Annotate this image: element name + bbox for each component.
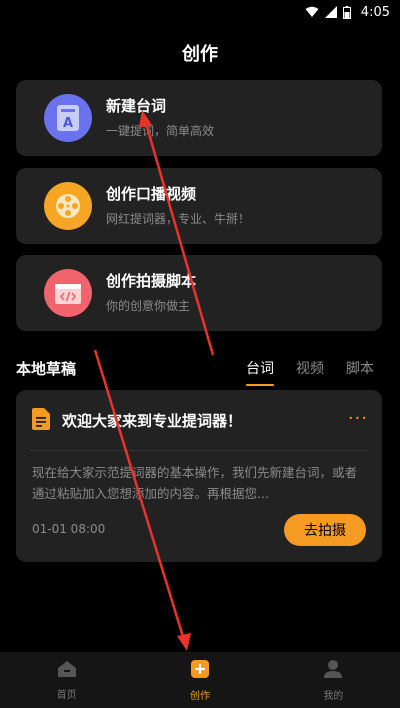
- card-title: 创作口播视频: [106, 185, 197, 203]
- nav-label: 创作: [189, 690, 210, 702]
- draft-title: 欢迎大家来到专业提词器！: [62, 412, 243, 430]
- nav-label: 我的: [323, 690, 344, 702]
- nav-home[interactable]: 首页: [27, 660, 107, 701]
- bottom-nav: 首页 创作 我的: [0, 652, 400, 708]
- create-shooting-script-card[interactable]: 创作拍摄脚本 你的创意你做主: [16, 255, 382, 331]
- card-title: 创作拍摄脚本: [106, 272, 197, 290]
- card-subtitle: 网红提词器，专业、牛掰！: [106, 212, 251, 226]
- draft-card[interactable]: 欢迎大家来到专业提词器！ ··· 现在给大家示范提词器的基本操作，我们先新建台词…: [16, 390, 382, 562]
- divider: [30, 450, 368, 451]
- draft-preview-text: 现在给大家示范提词器的基本操作，我们先新建台词，或者通过粘贴加入您想添加的内容。…: [32, 465, 358, 501]
- annotation-arrow-down-head: [177, 633, 191, 651]
- film-reel-icon: [44, 182, 92, 230]
- svg-text:A: A: [63, 116, 73, 131]
- create-video-card[interactable]: 创作口播视频 网红提词器，专业、牛掰！: [16, 168, 382, 244]
- drafts-section-title: 本地草稿: [16, 360, 77, 378]
- signal-icon: [324, 6, 337, 18]
- nav-mine[interactable]: 我的: [293, 659, 373, 702]
- plus-square-icon: [190, 659, 210, 683]
- card-subtitle: 一键提词，简单高效: [106, 124, 215, 138]
- document-icon: [32, 408, 50, 434]
- tab-scripts[interactable]: 脚本: [346, 358, 374, 386]
- battery-icon: [342, 5, 351, 19]
- code-clapper-icon: [44, 269, 92, 317]
- draft-date: 01-01 08:00: [32, 522, 106, 536]
- status-time: 4:05: [360, 4, 390, 20]
- nav-label: 首页: [56, 689, 77, 701]
- card-subtitle: 你的创意你做主: [106, 299, 191, 313]
- page-title: 创作: [182, 44, 218, 65]
- person-icon: [323, 659, 343, 683]
- tab-videos[interactable]: 视频: [296, 358, 324, 386]
- wifi-icon: [305, 6, 319, 18]
- doc-a-icon: A: [44, 94, 92, 142]
- more-options-icon[interactable]: ···: [348, 408, 368, 429]
- tab-lines[interactable]: 台词: [246, 358, 274, 386]
- drafts-tabs: 台词 视频 脚本: [246, 358, 374, 386]
- home-icon: [57, 660, 77, 682]
- card-title: 新建台词: [106, 97, 167, 115]
- new-script-card[interactable]: A 新建台词 一键提词，简单高效: [16, 80, 382, 156]
- status-bar: 4:05: [0, 0, 400, 24]
- nav-create[interactable]: 创作: [160, 659, 240, 702]
- go-shoot-button[interactable]: 去拍摄: [284, 514, 366, 546]
